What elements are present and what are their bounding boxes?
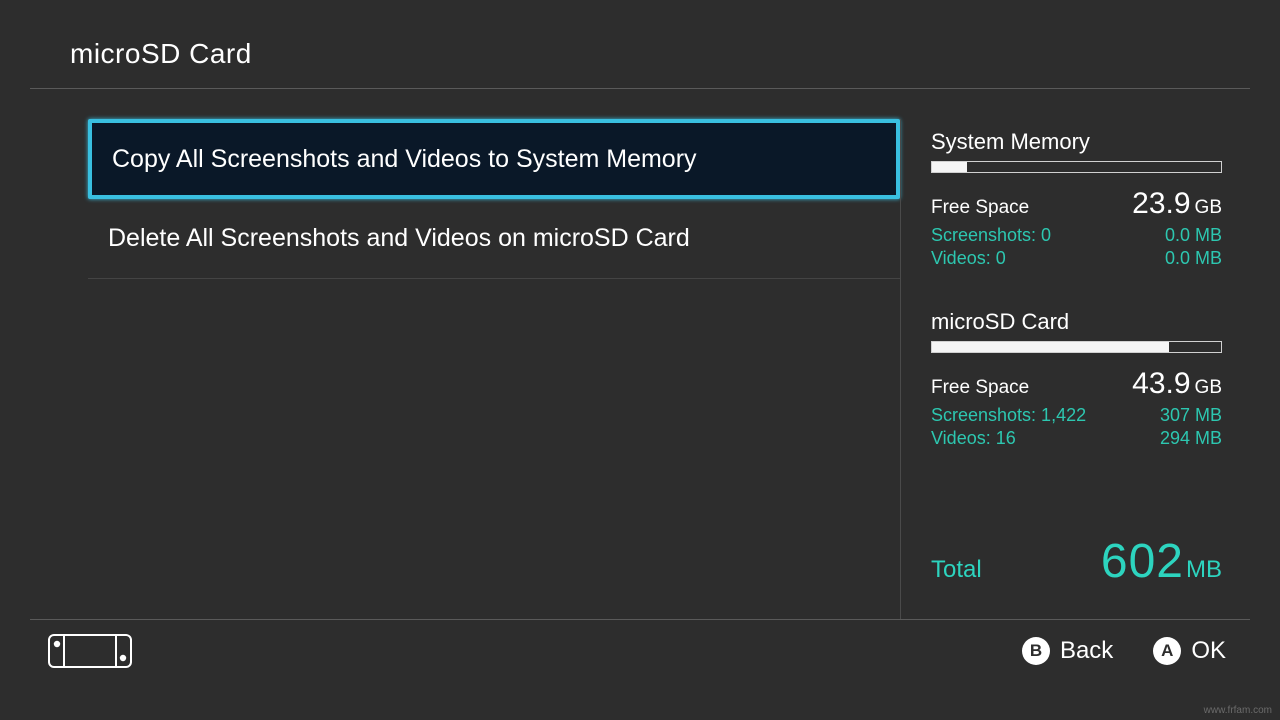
microsd-videos-row: Videos: 16 294 MB bbox=[931, 428, 1222, 449]
screenshots-count: Screenshots: 0 bbox=[931, 225, 1051, 246]
ok-hint[interactable]: A OK bbox=[1153, 637, 1226, 665]
free-space-value: 43.9GB bbox=[1132, 367, 1222, 401]
storage-panel: System Memory Free Space 23.9GB Screensh… bbox=[900, 119, 1280, 619]
total-row: Total 602MB bbox=[931, 534, 1222, 589]
screenshots-size: 0.0 MB bbox=[1165, 225, 1222, 246]
screenshots-size: 307 MB bbox=[1160, 405, 1222, 426]
footer-hints: B Back A OK bbox=[1022, 637, 1226, 665]
screenshots-count: Screenshots: 1,422 bbox=[931, 405, 1086, 426]
total-value: 602MB bbox=[1101, 534, 1222, 589]
microsd-bar bbox=[931, 341, 1222, 353]
back-label: Back bbox=[1060, 637, 1113, 665]
footer: B Back A OK bbox=[0, 620, 1280, 668]
microsd-title: microSD Card bbox=[931, 309, 1222, 335]
page-title: microSD Card bbox=[70, 38, 1280, 70]
content-area: Copy All Screenshots and Videos to Syste… bbox=[0, 89, 1280, 619]
free-space-value: 23.9GB bbox=[1132, 187, 1222, 221]
videos-count: Videos: 16 bbox=[931, 428, 1016, 449]
menu-copy-to-system[interactable]: Copy All Screenshots and Videos to Syste… bbox=[88, 119, 900, 199]
menu-item-label: Delete All Screenshots and Videos on mic… bbox=[108, 224, 690, 253]
microsd-bar-fill bbox=[932, 342, 1169, 352]
system-screenshots-row: Screenshots: 0 0.0 MB bbox=[931, 225, 1222, 246]
ok-label: OK bbox=[1191, 637, 1226, 665]
free-space-label: Free Space bbox=[931, 197, 1029, 219]
videos-size: 0.0 MB bbox=[1165, 248, 1222, 269]
system-memory-bar-fill bbox=[932, 162, 967, 172]
menu-item-label: Copy All Screenshots and Videos to Syste… bbox=[112, 145, 697, 174]
system-free-row: Free Space 23.9GB bbox=[931, 187, 1222, 221]
total-label: Total bbox=[931, 556, 982, 584]
videos-count: Videos: 0 bbox=[931, 248, 1006, 269]
back-hint[interactable]: B Back bbox=[1022, 637, 1113, 665]
free-space-label: Free Space bbox=[931, 377, 1029, 399]
b-button-icon: B bbox=[1022, 637, 1050, 665]
menu-delete-all[interactable]: Delete All Screenshots and Videos on mic… bbox=[88, 199, 900, 279]
microsd-screenshots-row: Screenshots: 1,422 307 MB bbox=[931, 405, 1222, 426]
videos-size: 294 MB bbox=[1160, 428, 1222, 449]
watermark: www.frfam.com bbox=[1204, 705, 1272, 716]
system-memory-title: System Memory bbox=[931, 129, 1222, 155]
microsd-block: microSD Card Free Space 43.9GB Screensho… bbox=[931, 309, 1222, 449]
system-memory-bar bbox=[931, 161, 1222, 173]
page-header: microSD Card bbox=[0, 0, 1280, 88]
menu-list: Copy All Screenshots and Videos to Syste… bbox=[0, 119, 900, 619]
system-memory-block: System Memory Free Space 23.9GB Screensh… bbox=[931, 129, 1222, 269]
a-button-icon: A bbox=[1153, 637, 1181, 665]
microsd-free-row: Free Space 43.9GB bbox=[931, 367, 1222, 401]
controller-icon bbox=[48, 634, 132, 668]
system-videos-row: Videos: 0 0.0 MB bbox=[931, 248, 1222, 269]
